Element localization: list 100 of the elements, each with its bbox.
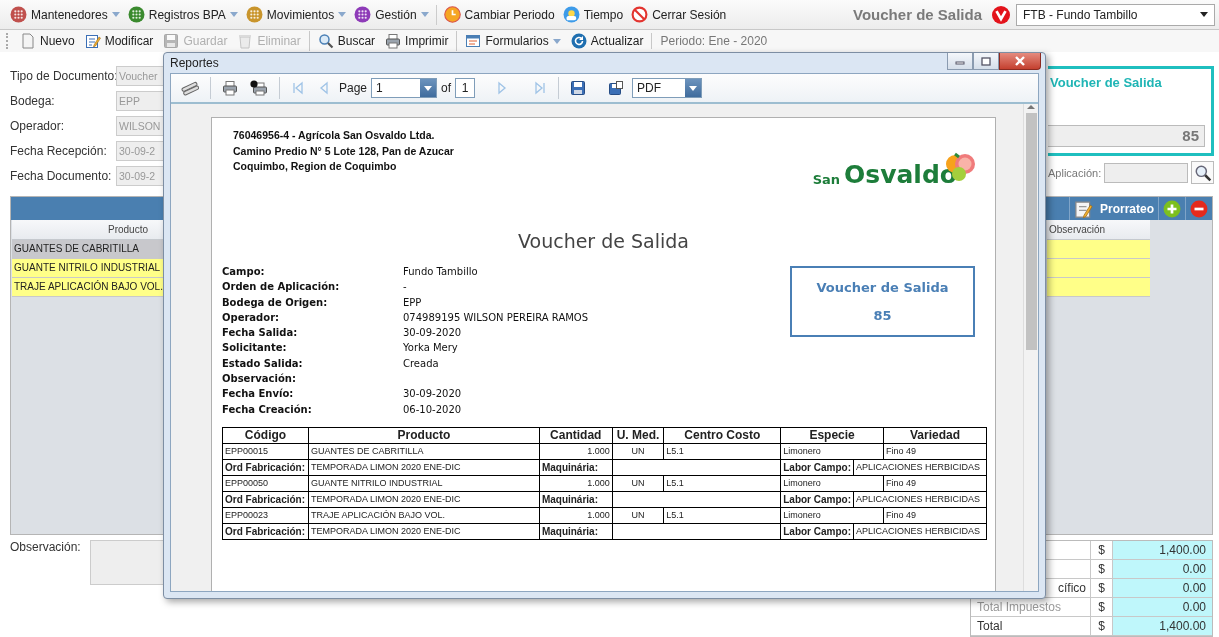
caret-icon [111,12,120,17]
search-icon [317,33,334,49]
apps-icon [245,6,263,23]
table-cell: 1.000 [539,443,613,460]
toolbar-button[interactable]: Nuevo [15,31,80,51]
column-header: Centro Costo [663,427,781,444]
column-header: Producto [308,427,540,444]
search-button[interactable] [1191,161,1214,184]
column-header[interactable]: Producto [12,220,164,240]
table-cell: GUANTES DE CABRITILLA [308,443,540,460]
field-value: - [403,280,408,295]
caret-icon [229,12,238,17]
table-cell: Labor Campo: [780,459,854,476]
table-cell[interactable]: GUANTE NITRILO INDUSTRIAL [12,259,164,278]
field-label: Campo: [222,265,266,279]
field-label: Operador: [10,119,66,133]
toolbar-button[interactable]: Formularios [456,31,566,51]
close-button[interactable] [999,53,1041,70]
printer-badge-icon [250,80,268,96]
table-cell: Ord Fabricación: [222,523,309,540]
search-icon [1193,163,1212,182]
refresh-icon [570,33,587,49]
menu-item[interactable]: Gestión [350,2,433,27]
total-value: 1,400.00 [1113,617,1212,636]
caret-icon [1200,12,1208,17]
table-cell: APLICACIONES HERBICIDAS [853,523,987,540]
field-label: Estado Salida: [222,356,304,371]
menu-item[interactable]: Mantenedores [6,2,124,27]
voucher-number: 85 [873,307,892,323]
printer-icon [385,33,402,49]
no-entry-icon [631,6,649,23]
export-icon [608,80,625,96]
scrollbar[interactable] [1023,104,1038,591]
field-label: Solicitante: [222,341,288,356]
field-label: Bodega de Origen: [222,295,329,310]
table-cell[interactable]: TRAJE APLICACIÓN BAJO VOL. [12,278,164,297]
table-cell: Maquinária: [539,459,613,476]
page-count-field[interactable]: 1 [455,78,476,98]
first-page-icon [291,81,305,95]
field-label: Observación: [222,372,297,387]
field-value: 06-10-2020 [403,402,463,417]
field-label: Bodega: [10,94,56,108]
column-header[interactable]: Observación [1047,220,1150,240]
table-cell: UN [612,475,664,492]
caret-icon [338,12,347,17]
table-cell: Labor Campo: [780,491,854,508]
table-cell: EPP00015 [222,443,309,460]
table-cell: Maquinária: [539,491,613,508]
column-header: Cantidad [539,427,613,444]
form-icon [465,33,482,49]
apps-icon [354,6,372,23]
apps-icon [127,6,145,23]
minimize-button[interactable] [947,53,973,70]
column-header: Código [222,427,309,444]
table-cell: EPP00050 [222,475,309,492]
input-field[interactable] [1104,162,1189,183]
total-value: 0.00 [1113,560,1212,579]
field-label: Fecha Recepción: [10,144,108,158]
table-cell: Fino 49 [883,475,987,492]
floppy-icon [570,80,587,96]
total-value: 0.00 [1113,579,1212,598]
table-cell: Limonero [780,475,884,492]
column-header: U. Med. [612,427,664,444]
table-cell: TRAJE APLICACIÓN BAJO VOL. [308,507,540,524]
table-cell: 1.000 [539,475,613,492]
menu-item[interactable]: Cambiar Periodo [439,2,559,27]
field-label: Operador: [222,310,281,325]
page-select[interactable]: 1 [371,78,438,98]
field-value: 074989195 WILSON PEREIRA RAMOS [403,310,589,325]
menu-item[interactable]: Registros BPA [123,2,242,27]
menu-item[interactable]: Movimientos [241,2,351,27]
window-title: Reportes [170,56,219,70]
field-label: Observación: [10,540,81,556]
table-cell: GUANTE NITRILO INDUSTRIAL [308,475,540,492]
field-value: Fundo Tambillo [403,265,479,279]
toolbar-button[interactable]: Imprimir [380,31,454,51]
number-field[interactable]: 85 [1048,125,1205,147]
toolbar-button[interactable]: Actualizar [565,31,649,51]
company-line: 76046956-4 - Agrícola San Osvaldo Ltda. [233,128,436,143]
farm-select[interactable]: FTB - Fundo Tambillo [1016,3,1215,26]
column-header: Especie [780,427,884,444]
menu-item[interactable]: Tiempo [558,2,628,27]
format-select[interactable]: PDF [632,78,703,98]
field-value: 30-09-2020 [403,387,463,402]
toolbar-button[interactable]: Buscar [308,31,381,51]
field-label: Orden de Aplicación: [222,280,341,295]
table-cell: APLICACIONES HERBICIDAS [853,491,987,508]
of-label: of [441,81,452,95]
maximize-button[interactable] [973,53,999,70]
table-cell: Ord Fabricación: [222,491,309,508]
period-label: Periodo: Ene - 2020 [659,34,768,48]
field-label: Aplicación: [1048,166,1102,179]
table-cell[interactable]: GUANTES DE CABRITILLA [12,240,164,259]
card-title: Voucher de Salida [1049,75,1163,90]
table-cell: Fino 49 [883,507,987,524]
menu-item[interactable]: Cerrar Sesión [627,2,731,27]
document-icon [20,33,36,49]
floppy-icon [163,33,180,49]
total-value: 0.00 [1113,598,1212,617]
toolbar-button[interactable]: Modificar [79,31,159,51]
